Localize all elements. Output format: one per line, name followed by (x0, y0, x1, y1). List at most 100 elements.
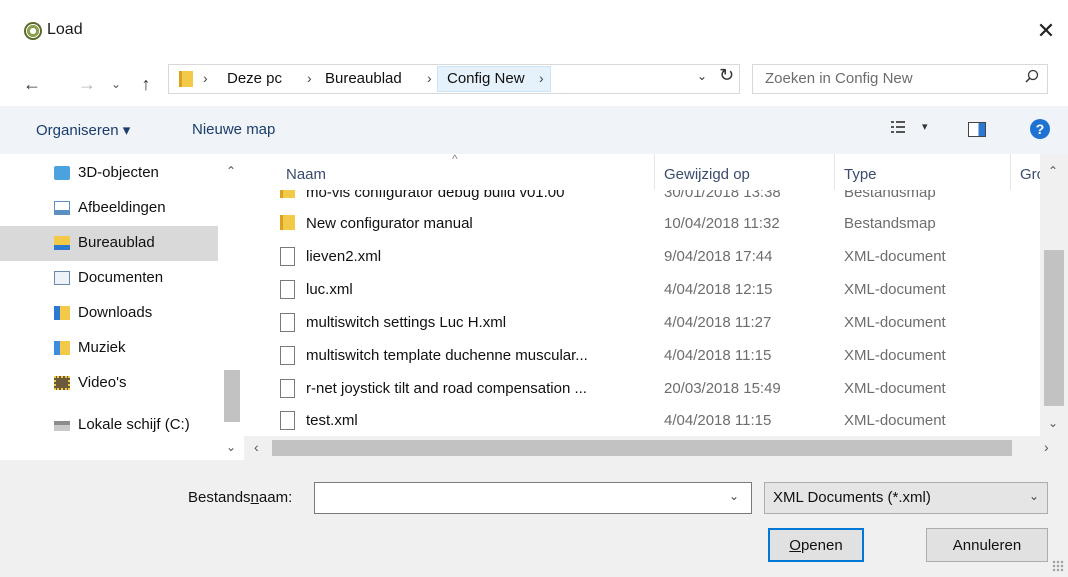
open-button-accesskey: O (789, 536, 801, 554)
column-header-modified[interactable]: Gewijzigd op (654, 154, 834, 192)
sidebar-item-label: Documenten (78, 269, 164, 286)
breadcrumb-deze-pc[interactable]: Deze pc (227, 70, 282, 87)
breadcrumb-separator[interactable]: › (427, 70, 432, 86)
downloads-icon (54, 306, 70, 320)
close-button[interactable]: ✕ (1024, 12, 1068, 50)
resize-grip-icon[interactable] (1052, 560, 1064, 572)
sidebar-item-label: Downloads (78, 304, 153, 321)
view-options-dropdown-icon[interactable]: ▾ (922, 120, 928, 133)
filename-input[interactable] (319, 487, 719, 509)
scrollbar-thumb[interactable] (272, 440, 1012, 456)
file-list-horizontal-scrollbar[interactable]: ‹ › (244, 436, 1068, 460)
open-button-label: penen (800, 536, 843, 554)
forward-button[interactable]: → (76, 70, 98, 98)
file-type: XML-document (844, 380, 946, 397)
navigation-pane: 3D-objecten Afbeeldingen Bureaublad Docu… (0, 154, 244, 460)
filename-label: Bestandsnaam: (188, 489, 292, 506)
scrollbar-thumb[interactable] (1044, 250, 1064, 406)
address-dropdown-icon[interactable]: ⌄ (697, 69, 707, 83)
music-icon (54, 341, 70, 355)
list-item[interactable]: New configurator manual 10/04/2018 11:32… (264, 208, 1034, 240)
filename-label-part: aam: (258, 489, 293, 506)
sidebar-item-label: 3D-objecten (78, 164, 159, 181)
refresh-icon[interactable]: ↻ (719, 65, 734, 86)
scroll-left-arrow-icon[interactable]: ‹ (254, 439, 259, 455)
drive-icon (54, 421, 70, 431)
recent-locations-button[interactable]: ⌄ (108, 70, 124, 98)
document-icon (280, 247, 295, 266)
search-icon[interactable] (1025, 69, 1039, 83)
list-item[interactable]: multiswitch settings Luc H.xml 4/04/2018… (264, 307, 1034, 339)
scroll-down-arrow-icon[interactable]: ⌄ (1048, 416, 1058, 430)
column-header-label: Gro (1020, 166, 1040, 183)
scroll-down-arrow-icon[interactable]: ⌄ (226, 440, 236, 454)
scroll-up-arrow-icon[interactable]: ⌃ (1048, 164, 1058, 178)
sidebar-item-label: Lokale schijf (C:) (78, 416, 190, 433)
address-bar[interactable]: › Deze pc › Bureaublad › Config New › ⌄ … (168, 64, 740, 94)
sidebar-item-3d-objecten[interactable]: 3D-objecten (0, 156, 218, 191)
file-name: New configurator manual (306, 215, 473, 232)
help-icon[interactable]: ? (1030, 119, 1050, 139)
filename-field[interactable]: ⌄ (314, 482, 752, 514)
desktop-icon (54, 236, 70, 250)
sidebar-item-bureaublad[interactable]: Bureaublad (0, 226, 218, 261)
column-header-name[interactable]: Naam ^ (244, 154, 654, 192)
file-name: test.xml (306, 412, 358, 429)
list-item[interactable]: multiswitch template duchenne muscular..… (264, 340, 1034, 372)
file-name: lieven2.xml (306, 248, 382, 265)
file-date: 10/04/2018 11:32 (664, 215, 780, 232)
file-date: 4/04/2018 11:27 (664, 314, 772, 331)
filename-history-dropdown-icon[interactable]: ⌄ (729, 489, 739, 503)
file-type-filter-select[interactable]: XML Documents (*.xml) ⌄ (764, 482, 1048, 514)
file-type: Bestandsmap (844, 190, 936, 201)
organize-button[interactable]: Organiseren ▾ (36, 121, 130, 139)
list-item[interactable]: mo-vis configurator debug build v01.00 3… (264, 190, 1034, 204)
breadcrumb-config-new[interactable]: Config New (447, 70, 525, 87)
sidebar-item-videos[interactable]: Video's (0, 366, 218, 401)
column-header-type[interactable]: Type (834, 154, 1010, 192)
sidebar-item-documenten[interactable]: Documenten (0, 261, 218, 296)
title-bar: Load ✕ (0, 0, 1068, 62)
breadcrumb-separator[interactable]: › (307, 70, 312, 86)
sidebar-item-downloads[interactable]: Downloads (0, 296, 218, 331)
back-button[interactable]: ← (18, 70, 46, 98)
navigation-bar: ← → ⌄ ↑ › Deze pc › Bureaublad › Config … (0, 62, 1068, 106)
scroll-right-arrow-icon[interactable]: › (1044, 439, 1049, 455)
list-item[interactable]: test.xml 4/04/2018 11:15 XML-document (264, 405, 1034, 437)
list-item[interactable]: r-net joystick tilt and road compensatio… (264, 373, 1034, 405)
navigation-pane-scrollbar[interactable]: ⌃ ⌄ (220, 154, 244, 460)
search-input[interactable]: Zoeken in Config New (752, 64, 1048, 94)
documents-icon (54, 271, 70, 285)
sidebar-item-lokale-schijf[interactable]: Lokale schijf (C:) (0, 408, 218, 443)
videos-icon (54, 376, 70, 390)
list-item[interactable]: luc.xml 4/04/2018 12:15 XML-document (264, 274, 1034, 306)
cancel-button[interactable]: Annuleren (926, 528, 1048, 562)
file-date: 4/04/2018 12:15 (664, 281, 773, 298)
scrollbar-thumb[interactable] (224, 370, 240, 422)
scroll-up-arrow-icon[interactable]: ⌃ (226, 164, 236, 178)
file-name: multiswitch settings Luc H.xml (306, 314, 507, 331)
sidebar-item-afbeeldingen[interactable]: Afbeeldingen (0, 191, 218, 226)
open-button[interactable]: Openen (768, 528, 864, 562)
column-header-label: Type (844, 166, 877, 183)
view-options-icon[interactable] (890, 119, 906, 135)
file-name: r-net joystick tilt and road compensatio… (306, 380, 587, 397)
list-item[interactable]: lieven2.xml 9/04/2018 17:44 XML-document (264, 241, 1034, 273)
chevron-down-icon: ⌄ (1029, 489, 1040, 503)
filename-label-part: Bestands (188, 489, 251, 506)
breadcrumb-separator[interactable]: › (203, 70, 208, 86)
window-title: Load (47, 21, 83, 38)
sidebar-item-label: Afbeeldingen (78, 199, 166, 216)
file-name: multiswitch template duchenne muscular..… (306, 347, 588, 364)
sidebar-item-muziek[interactable]: Muziek (0, 331, 218, 366)
pictures-icon (54, 201, 70, 215)
new-folder-button[interactable]: Nieuwe map (192, 121, 275, 138)
file-list-vertical-scrollbar[interactable]: ⌃ ⌄ (1040, 154, 1068, 436)
up-button[interactable]: ↑ (134, 70, 158, 98)
breadcrumb-bureaublad[interactable]: Bureaublad (325, 70, 402, 87)
column-header-label: Gewijzigd op (664, 166, 750, 183)
column-header-size[interactable]: Gro (1010, 154, 1040, 192)
preview-pane-icon[interactable] (968, 122, 986, 137)
breadcrumb-separator[interactable]: › (539, 70, 544, 86)
file-date: 30/01/2018 13:38 (664, 190, 781, 201)
